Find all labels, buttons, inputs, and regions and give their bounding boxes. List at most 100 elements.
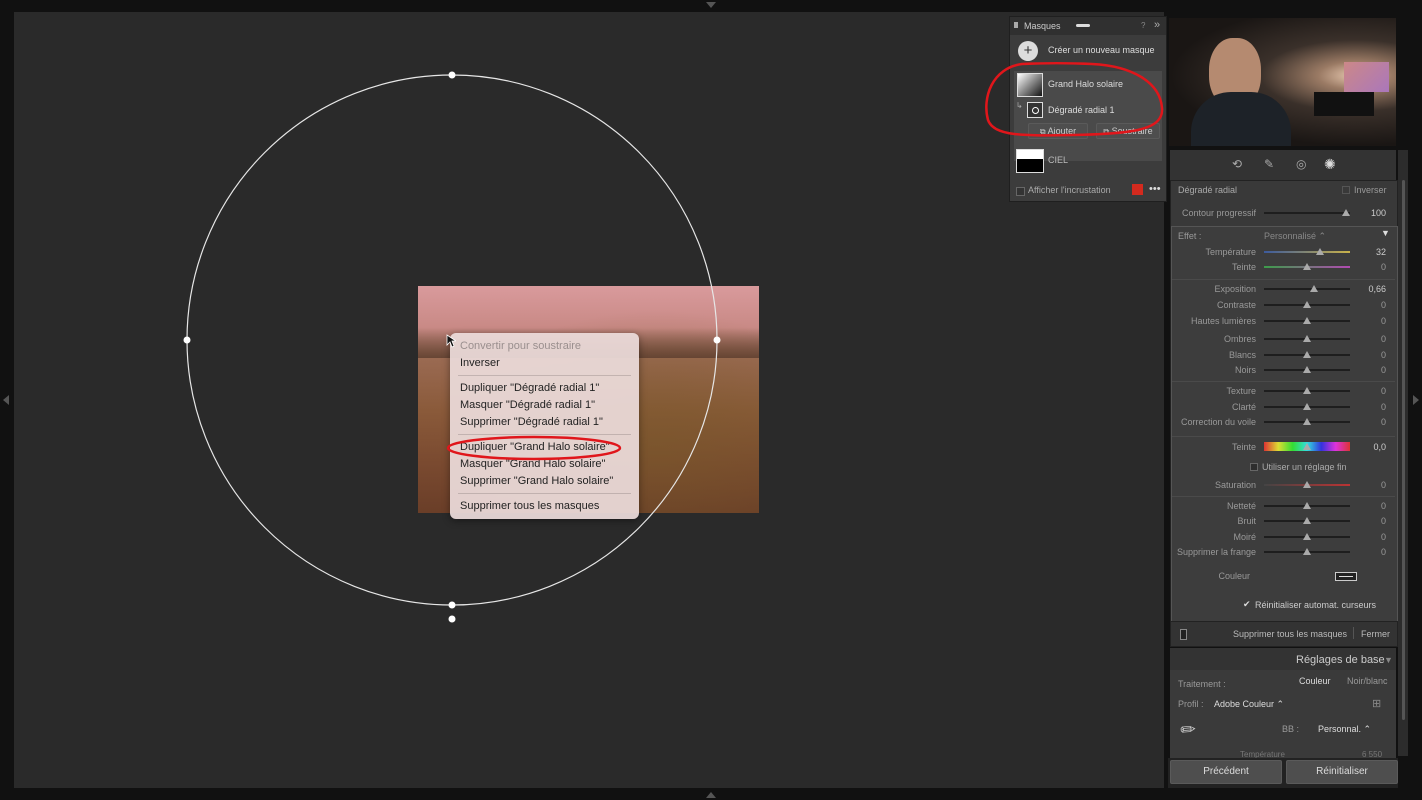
slider-label: Saturation: [1214, 480, 1256, 490]
fine-adjust-checkbox[interactable]: [1250, 463, 1258, 471]
invert-checkbox[interactable]: [1342, 186, 1350, 194]
slider-value[interactable]: 32: [1356, 247, 1386, 257]
slider-thumb[interactable]: [1303, 418, 1311, 425]
previous-button[interactable]: Précédent: [1170, 760, 1282, 784]
delete-all-masks-button[interactable]: Supprimer tous les masques: [1233, 629, 1347, 639]
expand-icon[interactable]: »: [1154, 19, 1160, 31]
slider-value[interactable]: 0: [1356, 417, 1386, 427]
feather-value[interactable]: 100: [1356, 208, 1386, 218]
scrollbar-thumb[interactable]: [1402, 180, 1405, 720]
feather-slider-track[interactable]: [1264, 212, 1350, 214]
slider-label: Blancs: [1228, 350, 1256, 360]
overlay-label: Afficher l'incrustation: [1028, 185, 1111, 195]
slider-thumb[interactable]: [1303, 387, 1311, 394]
masks-panel-header[interactable]: Masques ? »: [1010, 17, 1166, 35]
slider-track[interactable]: [1264, 288, 1350, 290]
slider-thumb[interactable]: [1303, 502, 1311, 509]
slider-label: Contraste: [1216, 300, 1256, 310]
menu-item-duplicate-radial[interactable]: Dupliquer "Dégradé radial 1": [460, 382, 599, 394]
section-divider: [1172, 436, 1395, 437]
feather-slider-thumb[interactable]: [1342, 209, 1350, 216]
color-swatch[interactable]: [1335, 572, 1357, 581]
profile-grid-icon[interactable]: ⊞: [1372, 697, 1381, 710]
slider-value[interactable]: 0: [1356, 547, 1386, 557]
slider-value[interactable]: 0: [1356, 402, 1386, 412]
slider-label: Clarté: [1231, 402, 1256, 412]
no-color-icon: [1339, 576, 1353, 577]
slider-thumb[interactable]: [1303, 301, 1311, 308]
effect-dropdown[interactable]: Personnalisé ⌃: [1264, 231, 1326, 242]
slider-thumb[interactable]: [1303, 366, 1311, 373]
profile-dropdown[interactable]: Adobe Couleur ⌃: [1214, 699, 1284, 710]
slider-value[interactable]: 0: [1356, 532, 1386, 542]
treatment-color-option[interactable]: Couleur: [1299, 676, 1331, 686]
close-button[interactable]: Fermer: [1361, 629, 1390, 639]
slider-label: Bruit: [1237, 516, 1256, 526]
slider-value[interactable]: 0: [1356, 262, 1386, 272]
basic-settings-title[interactable]: Réglages de base: [1296, 654, 1385, 666]
slider-value[interactable]: 0,66: [1356, 284, 1386, 294]
wb-dropdown[interactable]: Personnal. ⌃: [1318, 724, 1371, 735]
reset-sliders-check-icon[interactable]: ✔: [1243, 599, 1251, 610]
slider-value[interactable]: 0: [1356, 300, 1386, 310]
menu-item-delete-halo[interactable]: Supprimer "Grand Halo solaire": [460, 475, 613, 487]
slider-label: Exposition: [1214, 284, 1256, 294]
slider-thumb[interactable]: [1303, 335, 1311, 342]
slider-value[interactable]: 0: [1356, 480, 1386, 490]
overlay-checkbox[interactable]: [1016, 187, 1025, 196]
basic-collapse-icon[interactable]: ▼: [1384, 655, 1393, 665]
slider-label: Supprimer la frange: [1176, 547, 1256, 557]
more-options-icon[interactable]: •••: [1149, 183, 1161, 195]
slider-value[interactable]: 0: [1356, 350, 1386, 360]
masking-icon[interactable]: ✺: [1324, 156, 1336, 173]
reset-sliders-label[interactable]: Réinitialiser automat. curseurs: [1255, 600, 1376, 610]
slider-thumb[interactable]: [1309, 285, 1318, 292]
reset-button[interactable]: Réinitialiser: [1286, 760, 1398, 784]
red-eye-icon[interactable]: ◎: [1296, 157, 1306, 171]
slider-thumb[interactable]: [1303, 548, 1311, 555]
crop-icon[interactable]: ⟲: [1232, 157, 1242, 171]
slider-thumb[interactable]: [1303, 263, 1311, 270]
slider-thumb[interactable]: [1303, 481, 1311, 488]
mask-name-ciel[interactable]: CIEL: [1048, 155, 1068, 165]
slider-thumb[interactable]: [1303, 351, 1311, 358]
effect-collapse-icon[interactable]: ▼: [1381, 228, 1390, 238]
slider-thumb[interactable]: [1303, 403, 1311, 410]
handle-right: [713, 336, 721, 344]
slider-thumb[interactable]: [1303, 317, 1311, 324]
slider-track[interactable]: [1264, 251, 1350, 253]
drag-handle-icon[interactable]: [1014, 22, 1018, 28]
slider-label: Température: [1205, 247, 1256, 257]
slider-thumb[interactable]: [1315, 248, 1324, 255]
help-icon[interactable]: ?: [1141, 21, 1145, 30]
collapse-icon[interactable]: [1076, 24, 1090, 27]
toggle-switch-icon[interactable]: [1180, 629, 1187, 640]
slider-value[interactable]: 0,0: [1356, 442, 1386, 452]
slider-thumb[interactable]: [1303, 517, 1311, 524]
slider-value[interactable]: 0: [1356, 501, 1386, 511]
panel-scrollbar[interactable]: [1398, 150, 1408, 756]
slider-label: Noirs: [1234, 365, 1256, 375]
slider-value[interactable]: 0: [1356, 365, 1386, 375]
menu-item-invert[interactable]: Inverser: [460, 357, 500, 369]
effect-label: Effet :: [1178, 231, 1202, 241]
handle-bottom: [448, 601, 456, 609]
menu-item-delete-all-masks[interactable]: Supprimer tous les masques: [460, 500, 599, 512]
right-panel-toggle-icon[interactable]: [1413, 395, 1419, 405]
slider-thumb[interactable]: [1303, 533, 1311, 540]
slider-value[interactable]: 0: [1356, 316, 1386, 326]
slider-value[interactable]: 0: [1356, 516, 1386, 526]
section-divider: [1172, 496, 1395, 497]
slider-value[interactable]: 0: [1356, 386, 1386, 396]
create-mask-button[interactable]: Créer un nouveau masque: [1048, 45, 1155, 55]
slider-value[interactable]: 0: [1356, 334, 1386, 344]
mask-footer: Supprimer tous les masques Fermer: [1170, 621, 1398, 647]
handle-left: [183, 336, 191, 344]
menu-item-hide-radial[interactable]: Masquer "Dégradé radial 1": [460, 399, 595, 411]
treatment-bw-option[interactable]: Noir/blanc: [1347, 676, 1388, 686]
healing-icon[interactable]: ✎: [1264, 157, 1274, 171]
slider-thumb[interactable]: [1303, 443, 1311, 450]
overlay-color-swatch[interactable]: [1132, 184, 1143, 195]
menu-item-delete-radial[interactable]: Supprimer "Dégradé radial 1": [460, 416, 603, 428]
mask-thumbnail-ciel[interactable]: [1016, 149, 1044, 173]
